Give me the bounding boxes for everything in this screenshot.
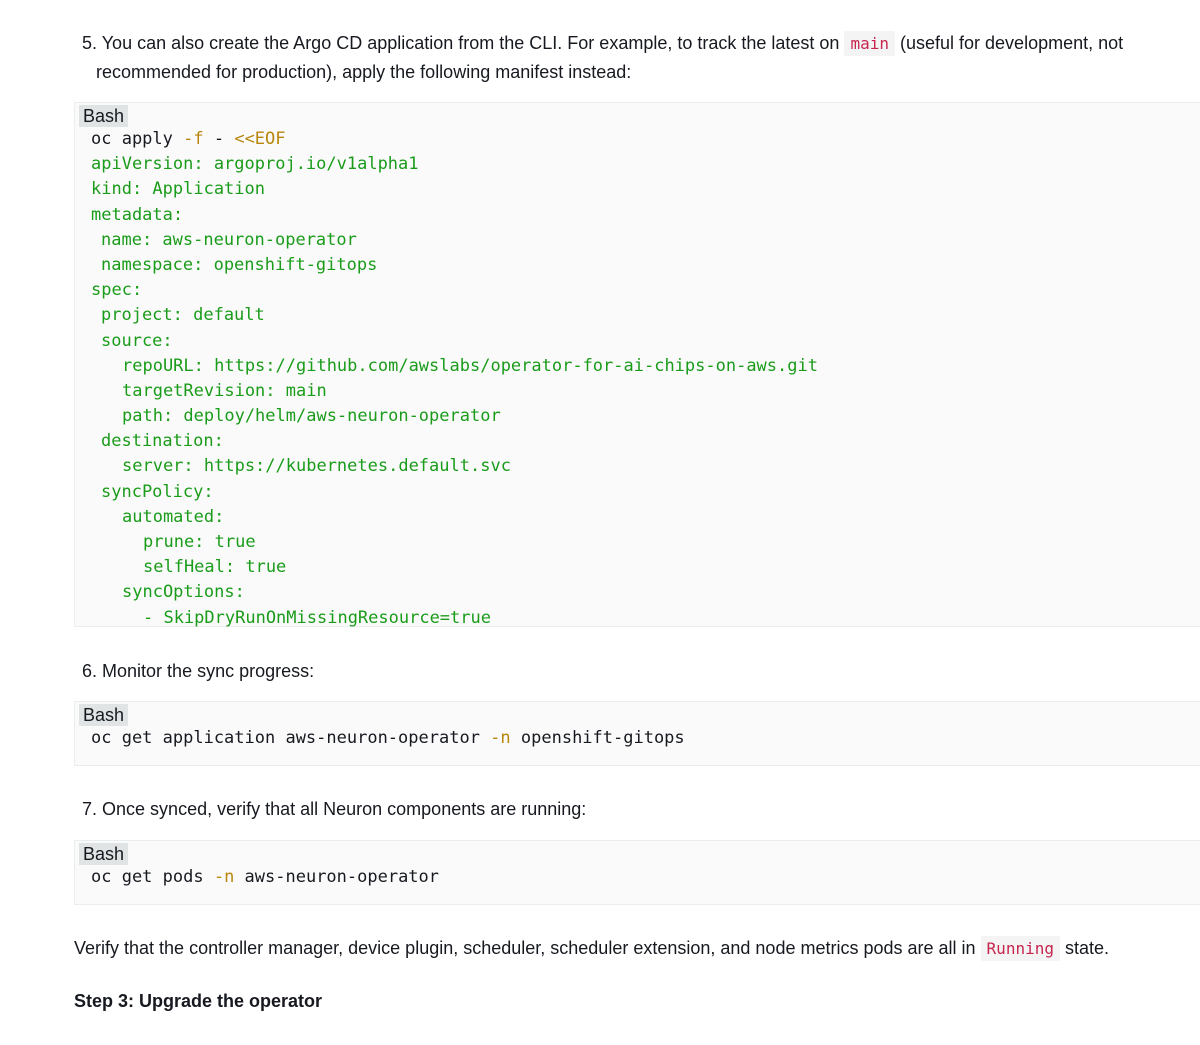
code-line: oc apply -f - <<EOF xyxy=(91,127,818,152)
language-label: Bash xyxy=(79,843,129,865)
code-line: source: xyxy=(101,330,173,351)
code-content: oc apply -f - <<EOF apiVersion: argoproj.… xyxy=(91,127,818,631)
code-line: project: default xyxy=(101,305,265,326)
code-block-manifest[interactable]: Bash oc apply -f - <<EOF apiVersion: argo… xyxy=(74,102,1200,628)
code-line: destination: xyxy=(101,431,224,452)
code-line: oc get application aws-neuron-operator -… xyxy=(91,726,685,751)
section-heading: Step 3: Upgrade the operator xyxy=(74,991,323,1011)
code-block-monitor[interactable]: Bash oc get application aws-neuron-opera… xyxy=(74,701,1200,766)
code-line: path: deploy/helm/aws-neuron-operator xyxy=(122,406,501,427)
step-text-after: (useful for development, not xyxy=(900,33,1124,53)
inline-code-main: main xyxy=(844,31,895,56)
language-label: Bash xyxy=(79,105,129,127)
code-line: oc get pods -n aws-neuron-operator xyxy=(91,865,439,890)
code-line: repoURL: https://github.com/awslabs/oper… xyxy=(122,355,818,376)
code-line: spec: xyxy=(91,280,143,301)
verify-paragraph: Verify that the controller manager, devi… xyxy=(74,934,1184,963)
code-line: syncPolicy: xyxy=(101,481,214,502)
code-content: oc get pods -n aws-neuron-operator xyxy=(91,865,439,890)
verify-text-after: state. xyxy=(1065,938,1110,958)
step-text: You can also create the Argo CD applicat… xyxy=(101,33,840,53)
code-line: name: aws-neuron-operator xyxy=(101,229,357,250)
step-text-continued: recommended for production), apply the f… xyxy=(96,62,632,82)
language-label: Bash xyxy=(79,704,129,726)
code-line: namespace: openshift-gitops xyxy=(101,254,378,275)
code-flag: -n xyxy=(213,867,235,887)
code-line: automated: xyxy=(122,506,225,527)
code-flag: -f xyxy=(183,129,204,149)
code-line: targetRevision: main xyxy=(122,380,327,401)
code-content: oc get application aws-neuron-operator -… xyxy=(91,726,685,751)
code-line: kind: Application xyxy=(91,179,265,200)
code-heredoc: <<EOF xyxy=(234,129,286,149)
code-flag: -n xyxy=(490,728,511,748)
code-text: openshift-gitops xyxy=(510,728,685,748)
step-text: Monitor the sync progress: xyxy=(102,661,315,681)
step-5-paragraph: 5. You can also create the Argo CD appli… xyxy=(82,29,1172,87)
code-line: server: https://kubernetes.default.svc xyxy=(122,456,511,477)
code-line: apiVersion: argoproj.io/v1alpha1 xyxy=(91,154,419,175)
step-7-paragraph: 7. Once synced, verify that all Neuron c… xyxy=(82,795,586,824)
step-6-paragraph: 6. Monitor the sync progress: xyxy=(82,657,314,686)
verify-text: Verify that the controller manager, devi… xyxy=(74,938,976,958)
step-number: 5. xyxy=(82,33,98,53)
step-number: 6. xyxy=(82,661,98,681)
step-number: 7. xyxy=(82,799,98,819)
code-block-pods[interactable]: Bash oc get pods -n aws-neuron-operator xyxy=(74,840,1200,905)
code-line: selfHeal: true xyxy=(143,557,287,578)
code-command: oc get application aws-neuron-operator xyxy=(91,728,491,748)
inline-code-running: Running xyxy=(980,936,1060,961)
code-line: metadata: xyxy=(91,204,184,225)
code-text: - xyxy=(203,129,235,149)
code-command: oc apply xyxy=(91,129,184,149)
code-line: - SkipDryRunOnMissingResource=true xyxy=(143,607,491,628)
code-line: prune: true xyxy=(143,532,256,552)
code-command: oc get pods xyxy=(91,867,214,887)
code-line: syncOptions: xyxy=(122,582,245,603)
step-text: Once synced, verify that all Neuron comp… xyxy=(102,799,587,819)
code-text: aws-neuron-operator xyxy=(234,867,440,887)
